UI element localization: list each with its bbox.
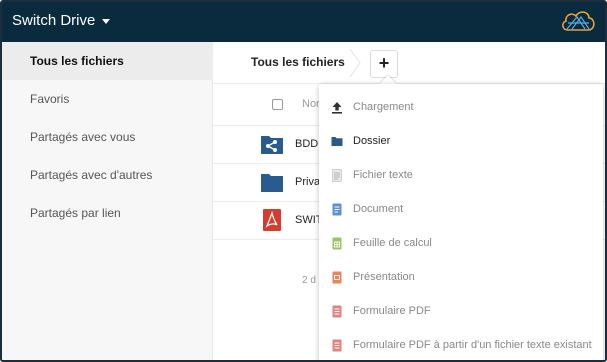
top-bar: Switch Drive <box>2 2 605 42</box>
file-name[interactable]: Priva <box>295 176 320 188</box>
cloud-logo-icon <box>562 11 595 31</box>
sidebar-item-label: Favoris <box>30 92 70 106</box>
shared-folder-icon <box>261 136 283 154</box>
sidebar-item-favorites[interactable]: Favoris <box>2 80 213 118</box>
menu-item-label: Présentation <box>353 271 415 283</box>
upload-icon <box>332 101 342 114</box>
file-name[interactable]: BDD <box>295 138 318 150</box>
menu-item-folder[interactable]: Dossier <box>319 124 603 158</box>
menu-item-text-file[interactable]: Fichier texte <box>319 158 603 192</box>
file-summary: 2 d <box>302 275 316 286</box>
sidebar-item-shared-with-others[interactable]: Partagés avec d'autres <box>2 156 213 194</box>
menu-item-label: Chargement <box>353 101 414 113</box>
sidebar-item-label: Partagés par lien <box>30 206 121 220</box>
sidebar-item-all-files[interactable]: Tous les fichiers <box>2 42 213 80</box>
menu-item-label: Document <box>353 203 404 215</box>
presentation-icon <box>332 271 342 283</box>
breadcrumb-item-all-files[interactable]: Tous les fichiers <box>251 55 345 69</box>
pdf-form-from-text-icon <box>332 339 342 351</box>
sidebar-item-shared-by-link[interactable]: Partagés par lien <box>2 194 213 232</box>
column-header-name[interactable]: Nor <box>302 98 320 110</box>
pdf-icon <box>263 209 281 231</box>
app-window: Switch Drive Tous les fichiers Favoris P… <box>0 0 607 362</box>
menu-item-label: Dossier <box>353 135 391 147</box>
text-file-icon <box>332 168 342 182</box>
menu-item-document[interactable]: Document <box>319 192 603 226</box>
folder-icon <box>331 136 343 146</box>
sidebar-item-shared-with-you[interactable]: Partagés avec vous <box>2 118 213 156</box>
menu-item-pdf-form-from-text[interactable]: Formulaire PDF à partir d'un fichier tex… <box>319 328 603 360</box>
spreadsheet-icon <box>332 237 342 249</box>
menu-item-label: Formulaire PDF à partir d'un fichier tex… <box>353 339 592 351</box>
menu-item-label: Feuille de calcul <box>353 237 432 249</box>
document-icon <box>332 203 342 215</box>
app-title: Switch Drive <box>12 12 96 29</box>
menu-item-presentation[interactable]: Présentation <box>319 260 603 294</box>
caret-down-icon <box>102 19 111 24</box>
pdf-form-icon <box>332 305 342 317</box>
select-all-checkbox[interactable] <box>272 99 283 110</box>
menu-item-label: Formulaire PDF <box>353 305 431 317</box>
sidebar: Tous les fichiers Favoris Partagés avec … <box>2 42 213 360</box>
menu-item-upload[interactable]: Chargement <box>319 90 603 124</box>
breadcrumb-separator-icon <box>349 48 361 78</box>
new-menu: Chargement Dossier Fichier texte Documen… <box>319 84 603 360</box>
sidebar-item-label: Partagés avec vous <box>30 130 136 144</box>
sidebar-item-label: Partagés avec d'autres <box>30 168 153 182</box>
menu-item-pdf-form[interactable]: Formulaire PDF <box>319 294 603 328</box>
new-button[interactable]: + <box>370 50 398 78</box>
folder-icon <box>261 174 283 192</box>
sidebar-item-label: Tous les fichiers <box>30 54 124 68</box>
app-menu-button[interactable]: Switch Drive <box>12 12 111 29</box>
breadcrumb: Tous les fichiers + <box>213 42 605 84</box>
menu-item-label: Fichier texte <box>353 169 413 181</box>
menu-item-spreadsheet[interactable]: Feuille de calcul <box>319 226 603 260</box>
